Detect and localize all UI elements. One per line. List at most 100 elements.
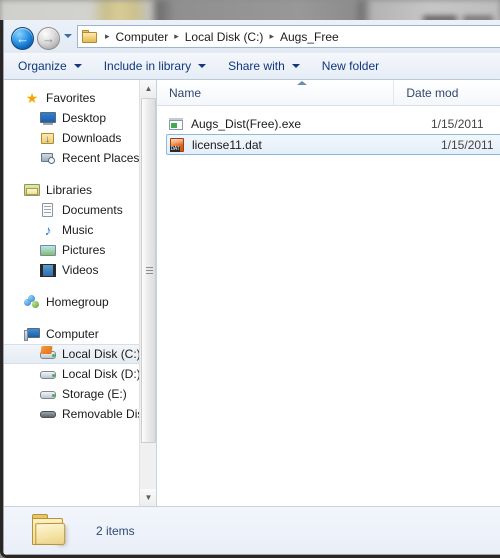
scrollbar-thumb[interactable]	[141, 98, 156, 443]
back-button[interactable]: ←	[11, 27, 34, 50]
video-filmstrip-icon	[40, 262, 56, 278]
homegroup-icon	[24, 294, 40, 310]
forward-button[interactable]: →	[37, 27, 60, 50]
scroll-down-glyph: ▼	[144, 493, 153, 502]
item-count-label: 2 items	[96, 523, 135, 538]
desktop-icon	[40, 110, 56, 126]
sidebar-item-label: Favorites	[46, 91, 96, 105]
back-arrow-icon: ←	[16, 31, 29, 46]
dat-file-icon: DAT	[169, 137, 185, 153]
breadcrumb-item-computer[interactable]: Computer	[116, 30, 169, 44]
sidebar-item-storage-e[interactable]: Storage (E:)	[4, 384, 156, 404]
table-row[interactable]: Augs_Dist(Free).exe 1/15/2011	[157, 113, 500, 134]
window-client-area: ← → ▸ Computer ▸ Local Disk (C:) ▸ Augs_…	[3, 20, 500, 555]
sidebar-item-label: Downloads	[62, 131, 122, 145]
breadcrumb-separator-2: ▸	[269, 31, 274, 41]
column-header-name-label: Name	[169, 85, 202, 100]
sidebar-item-label: Local Disk (C:)	[62, 347, 141, 361]
sidebar-item-computer[interactable]: Computer	[4, 324, 156, 344]
chevron-down-icon	[291, 64, 300, 68]
address-bar: ← → ▸ Computer ▸ Local Disk (C:) ▸ Augs_…	[4, 20, 500, 53]
sidebar-item-label: Libraries	[46, 183, 93, 197]
sidebar-item-videos[interactable]: Videos	[4, 260, 156, 280]
navigation-pane-scrollbar[interactable]: ▲ ▼	[139, 80, 156, 506]
sidebar-item-documents[interactable]: Documents	[4, 200, 156, 220]
include-in-library-button[interactable]: Include in library	[103, 59, 207, 73]
picture-icon	[40, 242, 56, 258]
breadcrumb-separator-0: ▸	[105, 31, 110, 41]
music-note-icon: ♪	[44, 222, 52, 238]
sidebar-item-label: Documents	[62, 203, 123, 217]
file-name: license11.dat	[192, 137, 262, 152]
share-with-button[interactable]: Share with	[228, 59, 300, 73]
table-row[interactable]: DAT license11.dat 1/15/2011	[166, 134, 500, 155]
column-header-date-label: Date mod	[406, 85, 459, 100]
sidebar-item-local-disk-c[interactable]: Local Disk (C:)	[4, 344, 156, 364]
sidebar-item-label: Music	[62, 223, 94, 237]
breadcrumb-item-local-disk-c[interactable]: Local Disk (C:)	[185, 30, 264, 44]
system-drive-icon	[40, 346, 56, 362]
chevron-down-icon	[73, 64, 82, 68]
sidebar-item-pictures[interactable]: Pictures	[4, 240, 156, 260]
sidebar-item-desktop[interactable]: Desktop	[4, 108, 156, 128]
sidebar-item-label: Storage (E:)	[62, 387, 127, 401]
sidebar-item-label: Computer	[46, 327, 99, 341]
main-content: ★ Favorites Desktop ↓ Downloads Recent P…	[4, 80, 500, 506]
sidebar-item-label: Homegroup	[46, 295, 109, 309]
breadcrumb-separator-1: ▸	[174, 31, 179, 41]
command-toolbar: Organize Include in library Share with N…	[4, 53, 500, 80]
file-date-modified: 1/15/2011	[441, 137, 494, 152]
include-in-library-label: Include in library	[103, 59, 192, 73]
chevron-down-icon[interactable]	[64, 34, 72, 38]
hard-drive-icon	[40, 386, 56, 402]
downloads-folder-icon: ↓	[40, 130, 56, 146]
chevron-down-icon	[198, 64, 207, 68]
folder-icon	[82, 30, 97, 43]
new-folder-label: New folder	[321, 59, 380, 73]
sidebar-item-homegroup[interactable]: Homegroup	[4, 292, 156, 312]
navigation-pane-content: ★ Favorites Desktop ↓ Downloads Recent P…	[4, 80, 156, 506]
scroll-up-glyph: ▲	[144, 84, 153, 93]
sidebar-item-local-disk-d[interactable]: Local Disk (D:)	[4, 364, 156, 384]
document-icon	[40, 202, 56, 218]
sidebar-item-favorites[interactable]: ★ Favorites	[4, 88, 156, 108]
nav-group-favorites: ★ Favorites Desktop ↓ Downloads Recent P…	[4, 88, 156, 168]
forward-arrow-icon: →	[42, 31, 55, 46]
scrollbar-grip-icon	[146, 266, 153, 275]
sidebar-item-music[interactable]: ♪ Music	[4, 220, 156, 240]
sidebar-item-label: Recent Places	[62, 151, 140, 165]
sidebar-item-removable-disk[interactable]: Removable Disk (	[4, 404, 156, 424]
removable-disk-icon	[40, 406, 56, 422]
organize-button[interactable]: Organize	[18, 59, 82, 73]
navigation-pane: ★ Favorites Desktop ↓ Downloads Recent P…	[4, 80, 156, 506]
hard-drive-icon	[40, 366, 56, 382]
column-header-name[interactable]: Name	[157, 80, 395, 105]
dat-file-icon-label: DAT	[170, 145, 180, 152]
star-icon: ★	[25, 90, 39, 106]
file-name: Augs_Dist(Free).exe	[191, 116, 302, 131]
scroll-down-arrow-icon[interactable]: ▼	[140, 489, 156, 506]
explorer-window: ← → ▸ Computer ▸ Local Disk (C:) ▸ Augs_…	[0, 20, 500, 558]
sidebar-item-label: Videos	[62, 263, 99, 277]
folder-icon	[32, 514, 68, 547]
nav-group-computer: Computer Local Disk (C:) Local Disk (D:)	[4, 324, 156, 424]
exe-application-icon	[168, 116, 184, 132]
sort-ascending-icon	[297, 81, 307, 85]
recent-places-icon	[40, 150, 56, 166]
sidebar-item-downloads[interactable]: ↓ Downloads	[4, 128, 156, 148]
file-date-modified: 1/15/2011	[431, 116, 484, 131]
column-header-date-modified[interactable]: Date mod	[394, 80, 500, 105]
new-folder-button[interactable]: New folder	[322, 59, 379, 73]
library-folder-icon	[24, 182, 40, 198]
breadcrumb[interactable]: ▸ Computer ▸ Local Disk (C:) ▸ Augs_Free	[77, 25, 500, 48]
scroll-up-arrow-icon[interactable]: ▲	[140, 80, 156, 97]
file-list: Augs_Dist(Free).exe 1/15/2011 DAT licens…	[157, 106, 500, 506]
share-with-label: Share with	[228, 59, 285, 73]
sidebar-item-label: Desktop	[62, 111, 107, 125]
sidebar-item-libraries[interactable]: Libraries	[4, 180, 156, 200]
organize-label: Organize	[18, 59, 67, 73]
breadcrumb-item-augs-free[interactable]: Augs_Free	[280, 30, 339, 44]
sidebar-item-recent-places[interactable]: Recent Places	[4, 148, 156, 168]
nav-group-homegroup: Homegroup	[4, 292, 156, 312]
computer-icon	[24, 326, 40, 342]
